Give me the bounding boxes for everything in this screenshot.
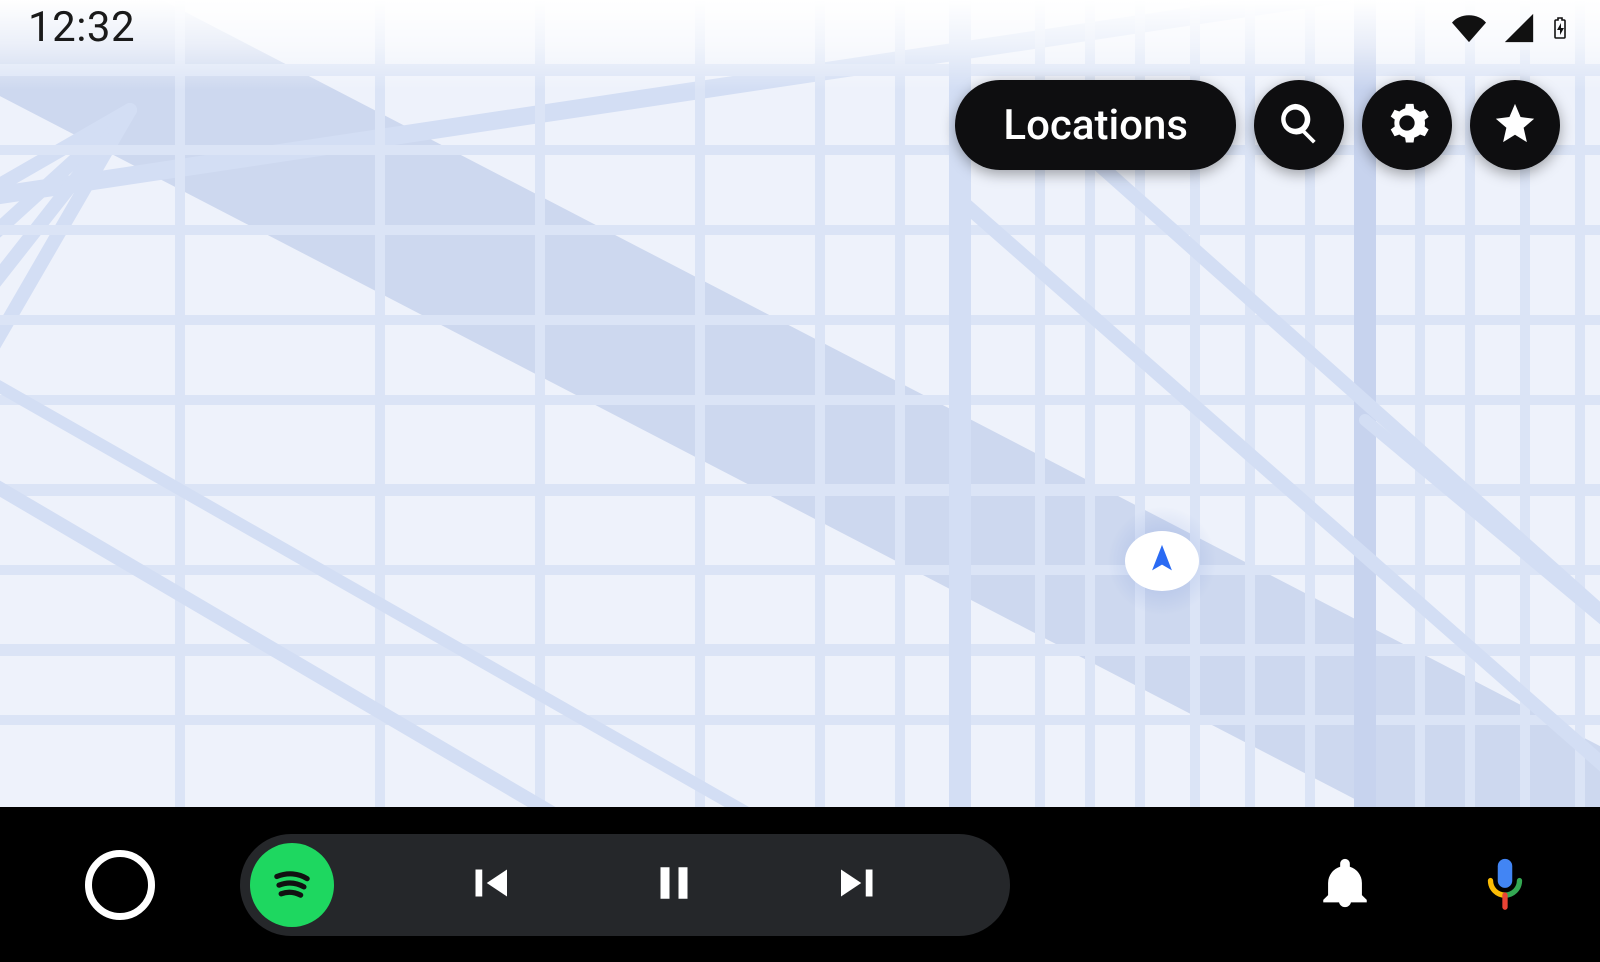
current-location-puck[interactable] (1117, 516, 1207, 606)
locations-button[interactable]: Locations (955, 80, 1236, 170)
spotify-icon (266, 857, 318, 913)
favorites-button[interactable] (1470, 80, 1560, 170)
bottom-right-cluster (1010, 850, 1600, 920)
bell-icon (1316, 854, 1374, 916)
media-controls-pill (240, 834, 1010, 936)
puck-disc (1125, 531, 1199, 591)
launcher-area (0, 850, 240, 920)
app-launcher-button[interactable] (85, 850, 155, 920)
search-icon (1276, 100, 1322, 150)
pause-icon (647, 856, 701, 914)
google-mic-icon (1476, 854, 1534, 916)
navigation-arrow-icon (1145, 542, 1179, 580)
cell-signal-icon (1500, 11, 1538, 45)
skip-next-icon (832, 856, 886, 914)
search-button[interactable] (1254, 80, 1344, 170)
system-status-bar: 12:32 (0, 0, 1600, 55)
star-icon (1492, 100, 1538, 150)
settings-button[interactable] (1362, 80, 1452, 170)
system-bottom-bar (0, 807, 1600, 962)
android-auto-screen: 12:32 Locations (0, 0, 1600, 962)
voice-assistant-button[interactable] (1470, 850, 1540, 920)
media-next-button[interactable] (784, 856, 934, 914)
locations-label: Locations (1003, 101, 1188, 150)
wifi-icon (1448, 11, 1490, 45)
map-canvas[interactable]: 12:32 Locations (0, 0, 1600, 807)
battery-charging-icon (1548, 9, 1572, 47)
skip-previous-icon (462, 856, 516, 914)
media-previous-button[interactable] (414, 856, 564, 914)
media-play-pause-button[interactable] (564, 856, 784, 914)
map-action-chips: Locations (955, 80, 1560, 170)
media-app-button[interactable] (250, 843, 334, 927)
gear-icon (1384, 100, 1430, 150)
notifications-button[interactable] (1310, 850, 1380, 920)
status-time: 12:32 (28, 3, 135, 52)
